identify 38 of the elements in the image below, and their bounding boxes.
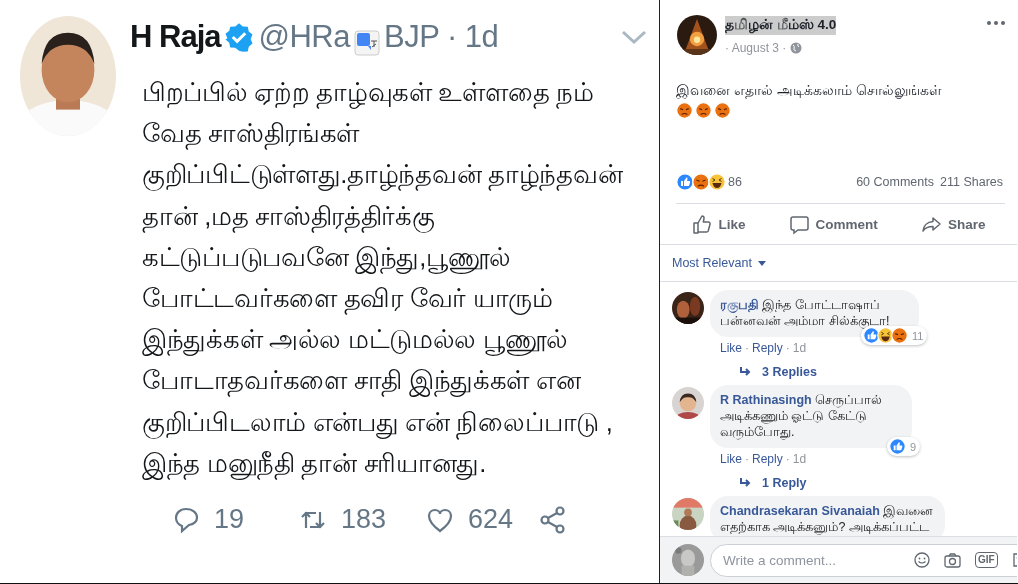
- like-button[interactable]: Like: [685, 209, 752, 239]
- comment-time: 1d: [792, 341, 807, 355]
- comment-field[interactable]: Write a comment... GIF: [710, 543, 1017, 577]
- like-link[interactable]: Like: [720, 341, 742, 355]
- view-replies-link[interactable]: 1 Reply: [762, 476, 807, 490]
- reaction-badge[interactable]: 9: [887, 437, 921, 456]
- post-date: · August 3 ·: [725, 41, 787, 55]
- separator-dot: ·: [785, 341, 790, 355]
- author-name: H Raja: [130, 19, 221, 55]
- sort-dropdown[interactable]: Most Relevant: [672, 256, 752, 270]
- post-text: இவனை எதால் அடிக்கலாம் சொல்லுங்கள்: [675, 82, 943, 100]
- count-text: 624: [468, 504, 514, 535]
- reaction-count[interactable]: 86: [728, 175, 742, 189]
- separator-dot: ·: [745, 341, 749, 355]
- view-replies-link[interactable]: 3 Replies: [762, 365, 817, 379]
- handle-text: BJP · 1d: [383, 19, 499, 55]
- commenter-name-link[interactable]: R Rathinasingh: [720, 393, 812, 407]
- separator-dot: ·: [785, 452, 790, 466]
- comment-text: ரகுபதி இந்த போட்டாஷாப் பன்னவன் அம்மா சில்க்குடா!: [720, 298, 890, 328]
- shares-count-link[interactable]: 211 Shares: [940, 175, 1003, 189]
- comment-text: R Rathinasingh செருப்பால் அடிக்கணும் ஓட்டு கேட்டு வரும்போது.: [720, 393, 883, 439]
- gif-button[interactable]: GIF: [975, 552, 998, 568]
- like-link[interactable]: Like: [720, 452, 742, 466]
- comments-count-link[interactable]: 60 Comments: [856, 175, 934, 189]
- tweet-text: பிறப்பில் ஏற்ற தாழ்வுகள் உள்ளதை நம் வேத சாஸ்திரங்கள் குறிப்பிட்டுள்ளது.தாழ்ந்தவன் தாழ்ந்தவன் தான் ,மத சாஸ்திரத்திர்க்கு கட்டுப்படுபவனே இந்து,பூணூல் போட்டவர்களை தவிர வேர் யாரும் இந்துக்கள் அல்ல மட்டுமல்ல பூணூல் போடாதவர்களை சாதி இந்துக்கள் என குறிப்பிடலாம் என்பது என் நிலைப்பாடு , இந்த மனுநீதி தான் சரியானது.: [142, 72, 666, 484]
- reply-link[interactable]: Reply: [752, 452, 783, 466]
- count-text: 19: [214, 504, 245, 535]
- comment-time: 1d: [792, 452, 807, 466]
- commenter-name-link[interactable]: Chandrasekaran Sivanaiah: [720, 504, 880, 518]
- count-text: 183: [341, 504, 387, 535]
- page-name-link[interactable]: தமிழன் மீம்ஸ் 4.0: [725, 16, 837, 35]
- share-button[interactable]: Share: [914, 209, 992, 239]
- separator-dot: ·: [745, 452, 749, 466]
- commenter-name-link[interactable]: ரகுபதி: [720, 298, 759, 312]
- handle-text: @HRa: [258, 19, 350, 55]
- reply-link[interactable]: Reply: [752, 341, 783, 355]
- comment-button[interactable]: Comment: [782, 209, 884, 239]
- comment-text: Chandrasekaran Sivanaiah இவனை எதற்காக அடிக்கனும்? அடிக்கப்பட்ட: [720, 504, 934, 534]
